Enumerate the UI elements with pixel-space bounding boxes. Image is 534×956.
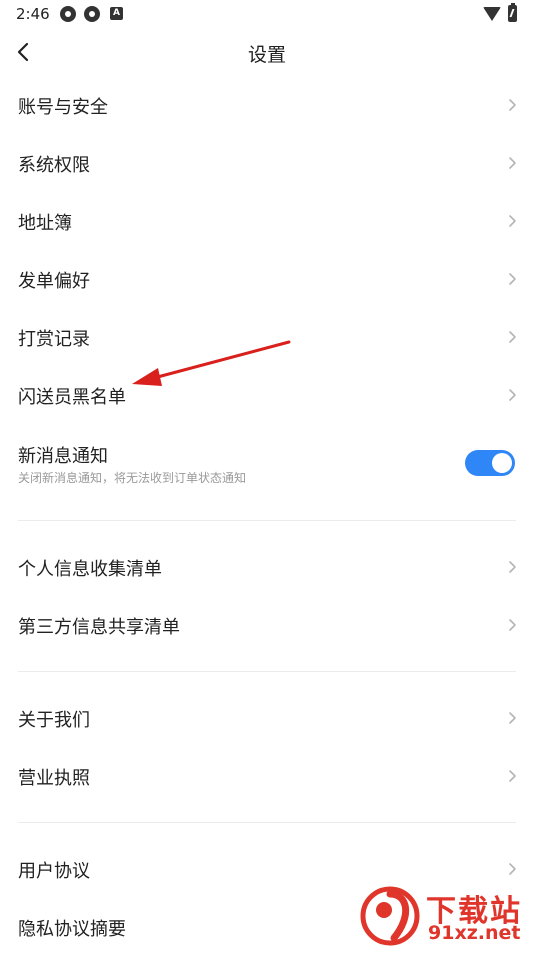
- chevron-right-icon: [505, 329, 519, 345]
- chevron-right-icon: [505, 710, 519, 726]
- a-badge-icon: A: [110, 7, 123, 20]
- settings-item-about-us[interactable]: 关于我们: [0, 689, 534, 747]
- watermark: 下载站 91xz.net: [360, 880, 534, 950]
- settings-item-new-message-notification: 新消息通知 关闭新消息通知，将无法收到订单状态通知: [0, 432, 534, 496]
- chevron-right-icon: [505, 861, 519, 877]
- settings-item-label: 第三方信息共享清单: [18, 617, 180, 638]
- section-divider: [18, 822, 516, 823]
- settings-item-label: 账号与安全: [18, 97, 108, 118]
- chevron-right-icon: [505, 97, 519, 113]
- nav-bar: 设置: [0, 28, 534, 76]
- settings-item-label: 用户协议: [18, 861, 90, 882]
- battery-charging-icon: [508, 3, 517, 22]
- chevron-right-icon: [505, 271, 519, 287]
- settings-item-order-preferences[interactable]: 发单偏好: [0, 250, 534, 308]
- settings-item-address-book[interactable]: 地址簿: [0, 192, 534, 250]
- chevron-right-icon: [505, 617, 519, 633]
- chevron-right-icon: [505, 213, 519, 229]
- notification-subtitle: 关闭新消息通知，将无法收到订单状态通知: [18, 471, 247, 485]
- settings-item-courier-blacklist[interactable]: 闪送员黑名单: [0, 366, 534, 424]
- chevron-right-icon: [505, 387, 519, 403]
- settings-item-label: 营业执照: [18, 768, 90, 789]
- settings-item-system-permissions[interactable]: 系统权限: [0, 134, 534, 192]
- settings-item-business-license[interactable]: 营业执照: [0, 747, 534, 805]
- watermark-url: 91xz.net: [428, 922, 521, 944]
- section-divider: [18, 671, 516, 672]
- settings-item-tip-records[interactable]: 打赏记录: [0, 308, 534, 366]
- settings-item-label: 地址簿: [18, 213, 72, 234]
- status-bar: 2:46 A: [0, 0, 534, 28]
- settings-item-label: 系统权限: [18, 155, 90, 176]
- chevron-right-icon: [505, 155, 519, 171]
- settings-item-label: 打赏记录: [18, 329, 90, 350]
- app-notification-icon: [84, 6, 100, 22]
- app-notification-icon: [60, 6, 76, 22]
- settings-item-label: 关于我们: [18, 710, 90, 731]
- settings-item-label: 闪送员黑名单: [18, 387, 126, 408]
- notification-title: 新消息通知: [18, 446, 108, 467]
- settings-item-third-party-sharing[interactable]: 第三方信息共享清单: [0, 596, 534, 654]
- settings-item-personal-info-collection[interactable]: 个人信息收集清单: [0, 538, 534, 596]
- settings-item-account-security[interactable]: 账号与安全: [0, 76, 534, 134]
- status-time: 2:46: [16, 5, 50, 23]
- page-title: 设置: [247, 44, 286, 66]
- settings-item-label: 发单偏好: [18, 271, 90, 292]
- section-divider: [18, 520, 516, 521]
- settings-item-label: 隐私协议摘要: [18, 919, 126, 940]
- watermark-logo-icon: [360, 886, 420, 946]
- wifi-icon: [483, 7, 501, 21]
- settings-item-label: 个人信息收集清单: [18, 559, 162, 580]
- toggle-knob: [492, 453, 512, 473]
- chevron-right-icon: [505, 559, 519, 575]
- chevron-right-icon: [505, 768, 519, 784]
- notification-toggle[interactable]: [465, 450, 515, 476]
